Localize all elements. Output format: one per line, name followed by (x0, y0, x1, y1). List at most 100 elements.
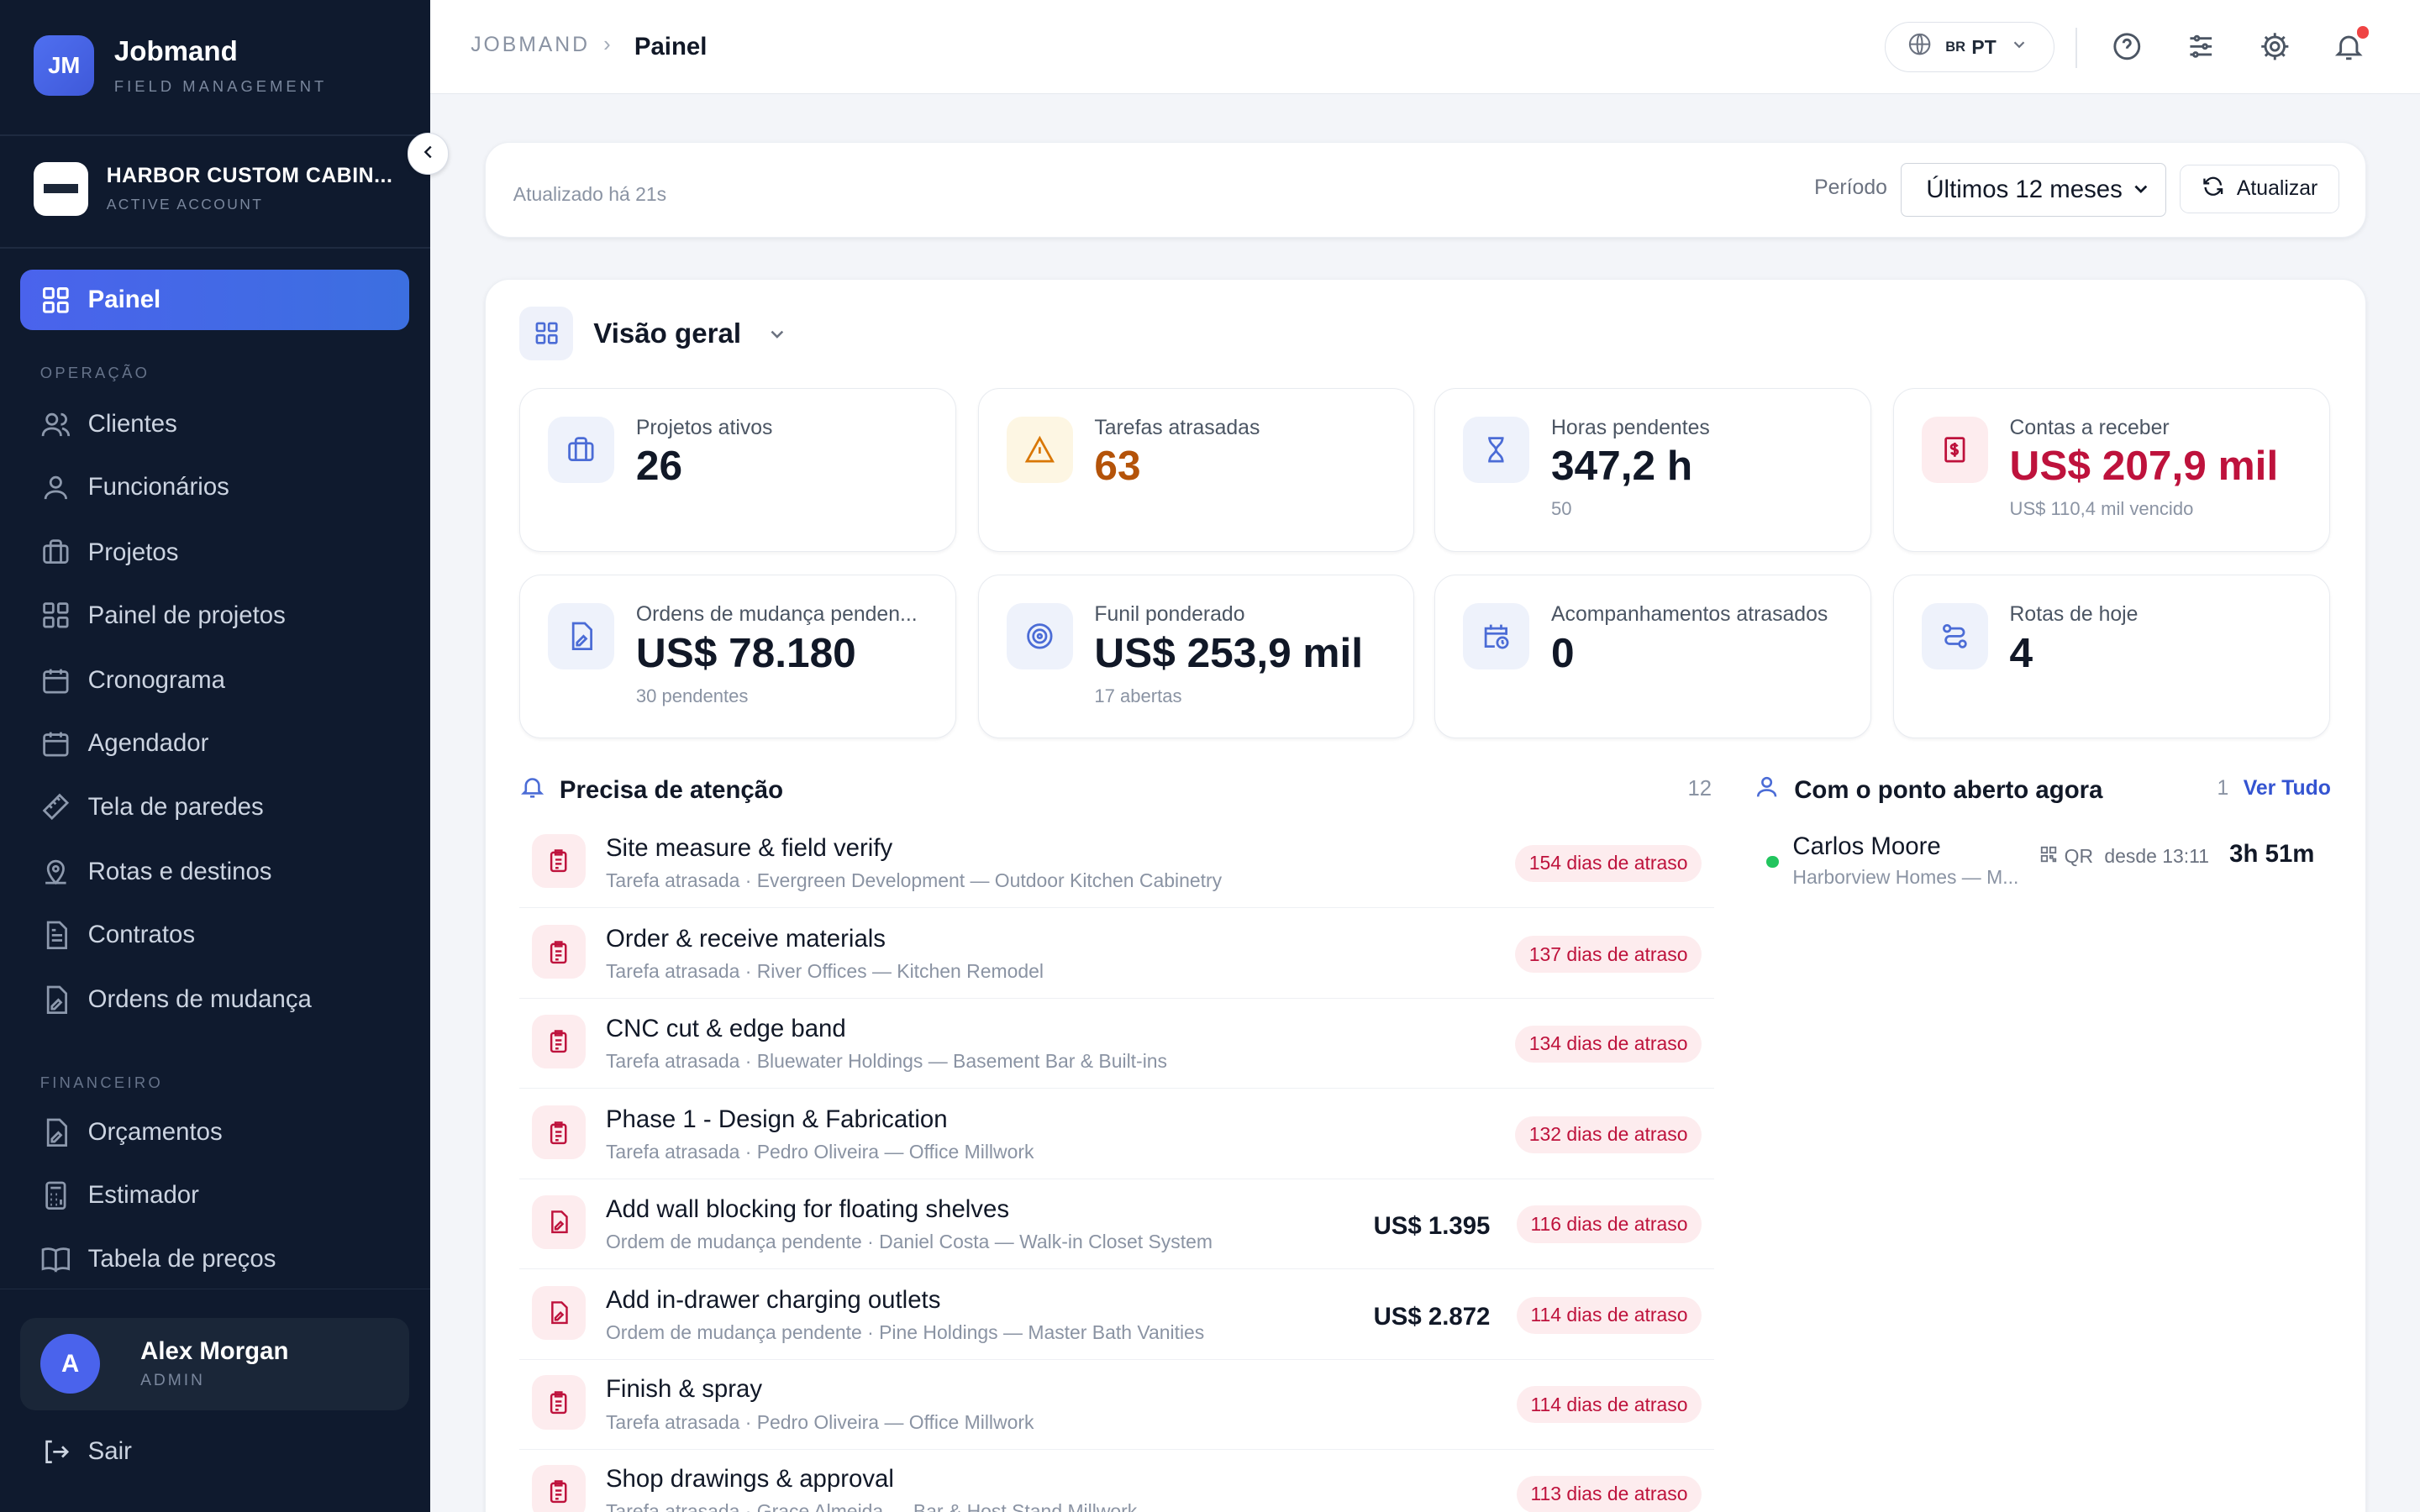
sidebar-item-label: Tabela de preços (87, 1244, 276, 1273)
account-logo (34, 161, 88, 217)
calculator-icon (40, 1180, 71, 1211)
clock-since: desde 13:11 (2104, 844, 2209, 867)
file-edit-icon (40, 984, 71, 1016)
attention-item[interactable]: Site measure & field verify Tarefa atras… (519, 818, 1714, 908)
user-icon (1754, 774, 1794, 806)
attention-item[interactable]: Finish & spray Tarefa atrasada · Pedro O… (519, 1360, 1714, 1450)
sidebar-item-contratos[interactable]: Contratos (40, 916, 195, 953)
online-status-dot (1766, 855, 1779, 869)
sidebar-item-projetos[interactable]: Projetos (40, 533, 178, 570)
stat-label: Tarefas atrasadas (1094, 417, 1260, 440)
stat-label: Contas a receber (2009, 417, 2170, 440)
stat-value: 4 (2009, 628, 2033, 676)
ruler-icon (40, 791, 71, 822)
attention-item[interactable]: CNC cut & edge band Tarefa atrasada · Bl… (519, 999, 1714, 1089)
sidebar-item-painel[interactable]: Painel (19, 270, 409, 331)
stat-card-pending-hours[interactable]: Horas pendentes 347,2 h 50 (1434, 388, 1872, 552)
brand-logo: JM (34, 35, 95, 96)
stat-value: 347,2 h (1551, 442, 1693, 490)
stat-card-overdue-followups[interactable]: Acompanhamentos atrasados 0 (1434, 575, 1872, 738)
attention-item[interactable]: Shop drawings & approval Tarefa atrasada… (519, 1450, 1714, 1512)
attention-item[interactable]: Order & receive materials Tarefa atrasad… (519, 910, 1714, 1000)
sidebar-item-tabela-de-precos[interactable]: Tabela de preços (40, 1241, 276, 1278)
sidebar-item-label: Ordens de mudança (87, 985, 312, 1014)
nav-section-title: FINANCEIRO (39, 1074, 164, 1092)
refresh-label: Atualizar (2236, 177, 2318, 201)
sidebar-item-rotas-e-destinos[interactable]: Rotas e destinos (40, 853, 271, 890)
attention-item-title: Order & receive materials (605, 925, 886, 953)
sliders-icon[interactable] (2184, 29, 2217, 63)
stat-card-change-orders[interactable]: Ordens de mudança penden... US$ 78.180 3… (519, 575, 956, 738)
page-title: Painel (634, 32, 708, 60)
sidebar-item-painel-de-projetos[interactable]: Painel de projetos (40, 597, 286, 634)
attention-item-title: Phase 1 - Design & Fabrication (605, 1105, 948, 1134)
sidebar-item-tela-de-paredes[interactable]: Tela de paredes (40, 789, 264, 826)
stat-value: US$ 78.180 (635, 628, 856, 676)
avatar: A (39, 1333, 101, 1394)
attention-item-subtitle: Tarefa atrasada · Evergreen Development … (605, 869, 1223, 892)
refresh-button[interactable]: Atualizar (2180, 164, 2339, 214)
sidebar-item-estimador[interactable]: Estimador (40, 1177, 199, 1214)
overdue-badge: 114 dias de atraso (1516, 1296, 1702, 1334)
nav-section-title: OPERAÇÃO (39, 364, 150, 382)
briefcase-icon (40, 537, 71, 568)
attention-item-subtitle: Tarefa atrasada · River Offices — Kitche… (605, 960, 1044, 983)
file-edit-icon (548, 603, 615, 670)
overdue-badge: 137 dias de atraso (1515, 936, 1702, 974)
sidebar-item-funcionarios[interactable]: Funcionários (40, 469, 229, 506)
view-all-link[interactable]: Ver Tudo (2244, 777, 2331, 801)
clocked-in-count: 1 (2217, 776, 2229, 800)
collapse-sidebar-button[interactable] (407, 132, 450, 175)
sidebar-item-agendador[interactable]: Agendador (40, 725, 208, 762)
breadcrumb-separator: › (603, 32, 611, 56)
clipboard-icon (531, 1375, 587, 1430)
attention-item-subtitle: Ordem de mudança pendente · Daniel Costa… (605, 1230, 1213, 1252)
sidebar-item-orcamentos[interactable]: Orçamentos (40, 1114, 223, 1151)
logout-label: Sair (87, 1437, 132, 1466)
stat-card-weighted-pipeline[interactable]: Funil ponderado US$ 253,9 mil 17 abertas (977, 575, 1415, 738)
logout-button[interactable]: Sair (40, 1436, 132, 1467)
account-switcher[interactable]: HARBOR CUSTOM CABIN... ACTIVE ACCOUNT (34, 161, 392, 217)
file-edit-icon (531, 1194, 587, 1249)
grid-icon (40, 600, 71, 631)
chevron-down-icon[interactable] (766, 323, 788, 352)
user-name: Alex Morgan (140, 1336, 289, 1365)
clipboard-icon (531, 1014, 587, 1068)
clipboard-icon (531, 925, 587, 979)
last-updated: Atualizado há 21s (513, 182, 667, 205)
help-icon[interactable] (2110, 29, 2144, 63)
stat-card-overdue-tasks[interactable]: Tarefas atrasadas 63 (977, 388, 1415, 552)
filter-bar: Atualizado há 21s Período Últimos 12 mes… (484, 141, 2366, 238)
overview-title[interactable]: Visão geral (593, 318, 741, 350)
stat-value: 63 (1094, 442, 1141, 490)
attention-item[interactable]: Add wall blocking for floating shelves O… (519, 1179, 1714, 1269)
attention-item[interactable]: Phase 1 - Design & Fabrication Tarefa at… (519, 1090, 1714, 1180)
attention-item-title: Finish & spray (605, 1375, 763, 1404)
attention-item[interactable]: Add in-drawer charging outlets Ordem de … (519, 1271, 1714, 1361)
stat-label: Horas pendentes (1551, 417, 1710, 440)
target-icon (1006, 603, 1073, 670)
attention-title: Precisa de atenção (559, 775, 784, 804)
sidebar-item-ordens-de-mudanca[interactable]: Ordens de mudança (40, 981, 312, 1018)
stat-label: Projetos ativos (635, 417, 773, 440)
sidebar-item-clientes[interactable]: Clientes (40, 406, 177, 443)
stat-card-active-projects[interactable]: Projetos ativos 26 (519, 388, 956, 552)
attention-item-amount: US$ 2.872 (1373, 1303, 1491, 1331)
brand[interactable]: JM Jobmand FIELD MANAGEMENT (34, 35, 327, 96)
clocked-in-item[interactable]: Carlos Moore Harborview Homes — M... QR … (1766, 829, 2331, 890)
users-icon (40, 409, 71, 440)
user-profile-card[interactable]: A Alex Morgan ADMIN (19, 1317, 409, 1410)
sidebar-item-cronograma[interactable]: Cronograma (40, 662, 225, 699)
route-icon (1921, 603, 1988, 670)
calendar-icon (40, 728, 71, 759)
warning-icon (1006, 417, 1073, 484)
stat-card-receivables[interactable]: Contas a receber US$ 207,9 mil US$ 110,4… (1892, 388, 2330, 552)
language-selector[interactable]: BR PT (1884, 21, 2054, 73)
overdue-badge: 154 dias de atraso (1515, 844, 1702, 882)
stat-card-todays-routes[interactable]: Rotas de hoje 4 (1892, 575, 2330, 738)
stat-label: Rotas de hoje (2009, 603, 2139, 627)
period-select[interactable]: Últimos 12 meses (1900, 162, 2166, 218)
employee-name: Carlos Moore (1792, 832, 1941, 860)
gear-icon[interactable] (2258, 29, 2291, 63)
breadcrumb-root[interactable]: JOBMAND (471, 34, 590, 57)
